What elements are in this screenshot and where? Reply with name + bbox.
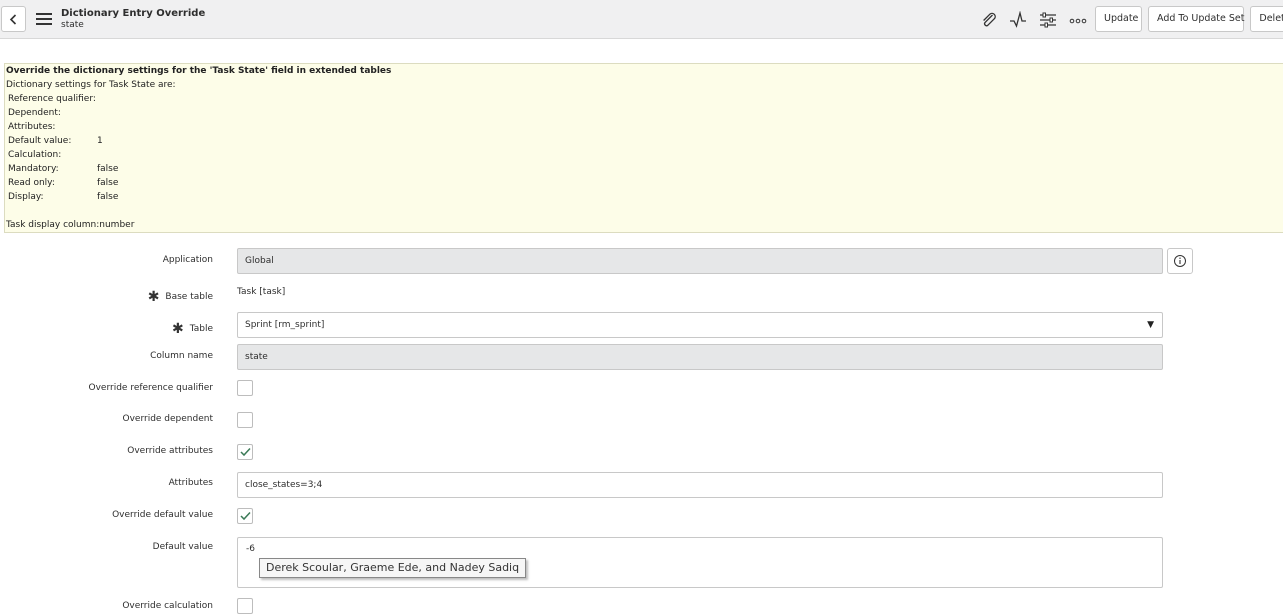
- override-attributes-checkbox[interactable]: [237, 444, 253, 460]
- override-calculation-label: Override calculation: [122, 601, 213, 611]
- column-name-label: Column name: [150, 351, 213, 361]
- table-label-text: Table: [189, 324, 213, 334]
- default-value-label: Default value: [152, 542, 213, 552]
- override-calculation-checkbox[interactable]: [237, 598, 253, 614]
- column-name-field: state: [237, 344, 1163, 370]
- required-marker-icon: ✱: [147, 289, 160, 305]
- info-intro: Dictionary settings for Task State are:: [6, 80, 176, 90]
- chevron-left-icon: [9, 14, 17, 25]
- info-row-value: false: [97, 178, 119, 188]
- info-row-label: Calculation:: [8, 150, 62, 160]
- override-attributes-label: Override attributes: [127, 446, 213, 456]
- override-dependent-checkbox[interactable]: [237, 412, 253, 428]
- checkmark-icon: [240, 511, 251, 521]
- form-subtitle: state: [61, 20, 84, 30]
- info-footer: Task display column:number: [6, 220, 135, 230]
- update-button[interactable]: Update: [1095, 6, 1142, 32]
- back-button[interactable]: [1, 6, 26, 32]
- info-row-label: Reference qualifier:: [8, 94, 96, 104]
- application-field: Global: [237, 248, 1163, 274]
- caret-down-icon: ▼: [1147, 320, 1154, 330]
- attributes-input[interactable]: close_states=3;4: [237, 472, 1163, 498]
- paperclip-icon[interactable]: [980, 11, 998, 29]
- application-label: Application: [162, 255, 213, 265]
- override-reference-qualifier-label: Override reference qualifier: [88, 383, 213, 393]
- hamburger-menu-icon[interactable]: [36, 13, 52, 25]
- checkmark-icon: [240, 447, 251, 457]
- application-info-button[interactable]: [1167, 248, 1193, 274]
- info-heading: Override the dictionary settings for the…: [6, 66, 392, 76]
- info-row-value: false: [97, 164, 119, 174]
- info-row-label: Default value:: [8, 136, 72, 146]
- required-marker-icon: ✱: [171, 321, 184, 337]
- info-icon: [1174, 255, 1186, 267]
- table-select-value: Sprint [rm_sprint]: [245, 320, 325, 330]
- info-row-value: false: [97, 192, 119, 202]
- override-default-value-label: Override default value: [112, 510, 213, 520]
- info-row-label: Display:: [8, 192, 44, 202]
- table-select[interactable]: Sprint [rm_sprint] ▼: [237, 312, 1163, 338]
- override-reference-qualifier-checkbox[interactable]: [237, 380, 253, 396]
- override-dependent-label: Override dependent: [122, 414, 214, 424]
- form-title: Dictionary Entry Override: [61, 8, 206, 19]
- sliders-icon[interactable]: [1039, 11, 1057, 29]
- info-row-label: Dependent:: [8, 108, 61, 118]
- form-header: Dictionary Entry Override state Update A…: [0, 0, 1283, 39]
- override-default-value-checkbox[interactable]: [237, 508, 253, 524]
- attributes-label: Attributes: [168, 478, 213, 488]
- info-row-label: Mandatory:: [8, 164, 59, 174]
- info-row-label: Attributes:: [8, 122, 56, 132]
- table-label: ✱ Table: [171, 319, 213, 337]
- tooltip: Derek Scoular, Graeme Ede, and Nadey Sad…: [259, 558, 527, 578]
- add-to-update-set-button[interactable]: Add To Update Set: [1148, 6, 1244, 32]
- default-value-text: -6: [246, 544, 255, 554]
- delete-button[interactable]: Delete: [1250, 6, 1283, 32]
- base-table-label-text: Base table: [165, 292, 213, 302]
- info-row-label: Read only:: [8, 178, 55, 188]
- info-row-value: 1: [97, 136, 103, 146]
- dictionary-info-box: Override the dictionary settings for the…: [4, 63, 1283, 233]
- base-table-label: ✱ Base table: [147, 287, 213, 305]
- more-options-icon[interactable]: [1069, 11, 1087, 29]
- base-table-value: Task [task]: [237, 287, 286, 297]
- activity-icon[interactable]: [1009, 11, 1027, 29]
